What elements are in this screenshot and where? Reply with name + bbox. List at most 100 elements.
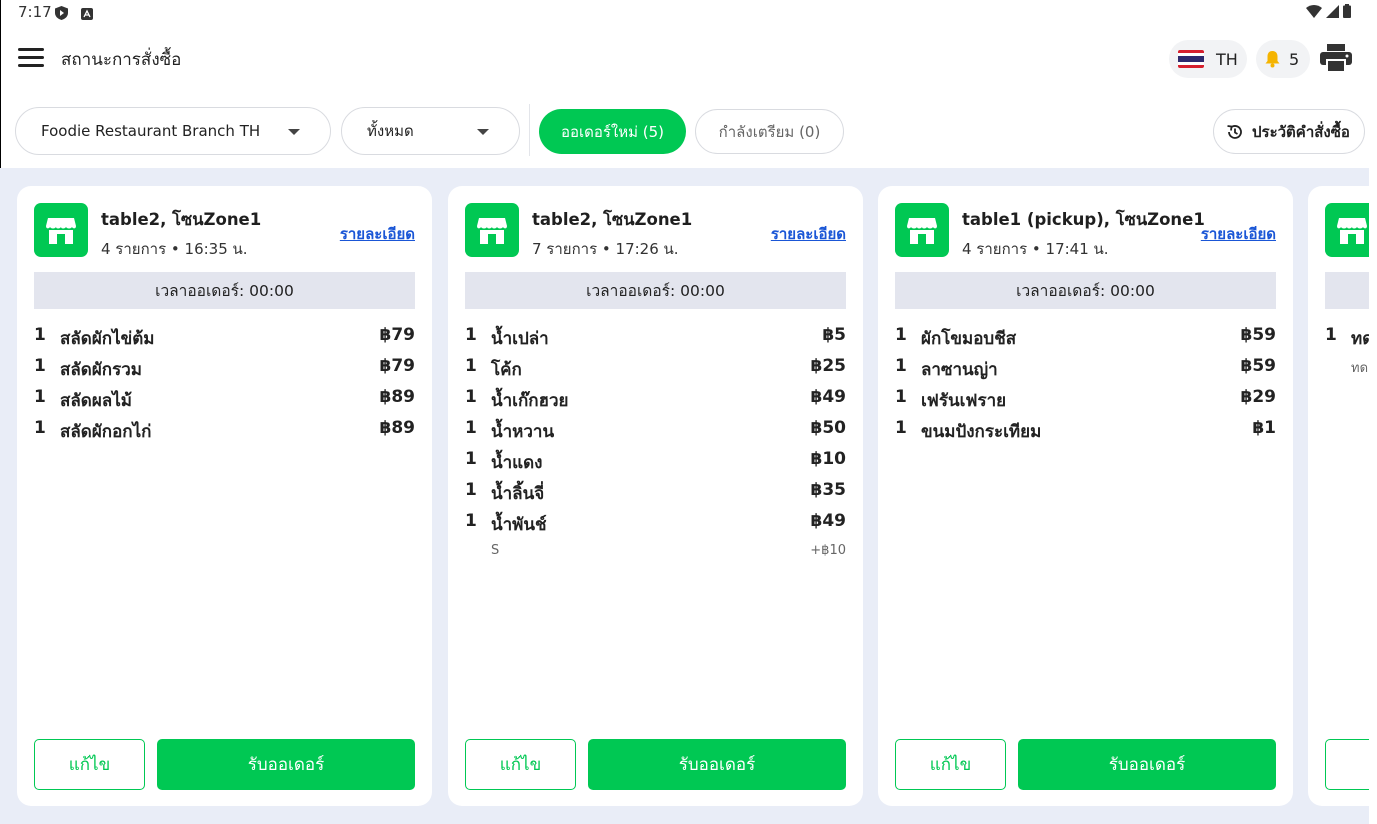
divider (529, 104, 530, 156)
edit-order-button[interactable]: แก้ไข (465, 739, 576, 790)
item-name: สลัดผักไข่ต้ม (60, 329, 155, 349)
order-detail-link[interactable]: รายละเอียด (340, 222, 415, 246)
order-card: table1 (pickup), โซนZone1 4 รายการ • 17:… (878, 186, 1293, 806)
order-history-button[interactable]: ประวัติคำสั่งซื้อ (1213, 109, 1365, 154)
item-price: ฿89 (379, 418, 416, 438)
item-qty: 1 (895, 387, 907, 407)
order-item: 1 น้ำเปล่า ฿5 (465, 322, 846, 353)
store-icon (34, 203, 88, 257)
order-item: 1 สลัดผักรวม ฿79 (34, 353, 415, 384)
order-item: 1 สลัดผลไม้ ฿89 (34, 384, 415, 415)
battery-icon (1343, 4, 1351, 18)
notifications-button[interactable]: 5 (1256, 40, 1310, 78)
order-item: 1 ผักโขมอบชีส ฿59 (895, 322, 1276, 353)
chevron-down-icon (288, 129, 300, 135)
item-name: โค้ก (491, 360, 522, 380)
scope-select[interactable]: ทั้งหมด (341, 107, 520, 155)
item-qty: 1 (465, 387, 477, 407)
tab-preparing[interactable]: กำลังเตรียม (0) (695, 109, 844, 154)
menu-button[interactable] (18, 48, 44, 70)
item-name: ทด (1351, 329, 1369, 349)
item-price: ฿25 (810, 356, 847, 376)
item-qty: 1 (1325, 325, 1337, 345)
order-item: 1 ทด (1325, 322, 1369, 353)
accept-order-button[interactable]: รับออเดอร์ (1018, 739, 1276, 790)
store-icon (465, 203, 519, 257)
item-qty: 1 (895, 418, 907, 438)
shield-icon (55, 5, 68, 20)
status-icons (1306, 4, 1351, 18)
order-timer: เวลาออเดอร์: 00:00 (465, 272, 846, 309)
order-item-list: 1 ผักโขมอบชีส ฿59 1 ลาซานญ่า ฿59 1 เฟรันเฟราย… (895, 322, 1276, 446)
item-qty: 1 (895, 325, 907, 345)
item-qty: 1 (895, 356, 907, 376)
item-qty: 1 (465, 356, 477, 376)
order-item: 1 โค้ก ฿25 (465, 353, 846, 384)
item-price: ฿50 (810, 418, 847, 438)
order-item: 1 เฟรันเฟราย ฿29 (895, 384, 1276, 415)
order-item: 1 สลัดผักไข่ต้ม ฿79 (34, 322, 415, 353)
order-card: table2, โซนZone1 4 รายการ • 16:35 น. ราย… (17, 186, 432, 806)
item-qty: 1 (34, 387, 46, 407)
item-name: น้ำพันช์ (491, 515, 547, 535)
tab-new-orders[interactable]: ออเดอร์ใหม่ (5) (539, 109, 686, 154)
item-price: ฿89 (379, 387, 416, 407)
notification-count: 5 (1289, 49, 1300, 69)
language-label: TH (1216, 49, 1238, 69)
order-item-list: 1 สลัดผักไข่ต้ม ฿79 1 สลัดผักรวม ฿79 1 สลัดผล… (34, 322, 415, 446)
item-price: ฿49 (810, 387, 847, 407)
accept-order-button[interactable]: รับออเดอร์ (588, 739, 846, 790)
item-price: ฿59 (1240, 356, 1277, 376)
item-name: ผักโขมอบชีส (921, 329, 1017, 349)
item-qty: 1 (34, 418, 46, 438)
edit-order-button[interactable]: แ (1325, 739, 1369, 790)
language-selector[interactable]: TH (1169, 40, 1247, 78)
item-name: น้ำเก๊กฮวย (491, 391, 569, 411)
item-modifier: ทด (1325, 353, 1369, 379)
chevron-down-icon (477, 129, 489, 135)
item-price: ฿35 (810, 480, 847, 500)
item-name: น้ำหวาน (491, 422, 555, 442)
order-summary: 7 รายการ • 17:26 น. (532, 240, 679, 258)
accept-order-button[interactable]: รับออเดอร์ (157, 739, 415, 790)
order-timer: เวลาออเดอร์: 00:00 (895, 272, 1276, 309)
item-qty: 1 (465, 511, 477, 531)
modifier-name: ทด (1351, 361, 1369, 376)
edit-order-button[interactable]: แก้ไข (34, 739, 145, 790)
item-name: เฟรันเฟราย (921, 391, 1007, 411)
status-time: 7:17 (18, 3, 52, 21)
item-qty: 1 (465, 325, 477, 345)
page-title: สถานะการสั่งซื้อ (61, 50, 182, 70)
item-price: ฿29 (1240, 387, 1277, 407)
item-modifier: S +฿10 (465, 539, 846, 565)
order-detail-link[interactable]: รายละเอียด (771, 222, 846, 246)
order-timer: เวลาออเดอร์: 00:00 (34, 272, 415, 309)
order-item-list: 1 น้ำเปล่า ฿5 1 โค้ก ฿25 1 น้ำเก๊กฮวย ฿49 1 น้ำ… (465, 322, 846, 565)
modifier-name: S (491, 543, 500, 558)
branch-select[interactable]: Foodie Restaurant Branch TH (15, 107, 331, 155)
order-title: table1 (pickup), โซนZone1 (962, 210, 1205, 229)
item-qty: 1 (465, 480, 477, 500)
item-name: สลัดผักอกไก่ (60, 422, 152, 442)
item-price: ฿79 (379, 325, 416, 345)
order-title: table2, โซนZone1 (101, 210, 262, 229)
order-history-label: ประวัติคำสั่งซื้อ (1252, 122, 1350, 141)
item-qty: 1 (465, 418, 477, 438)
order-detail-link[interactable]: รายละเอียด (1201, 222, 1276, 246)
store-icon (1325, 203, 1369, 257)
item-name: น้ำแดง (491, 453, 543, 473)
item-name: ลาซานญ่า (921, 360, 998, 380)
bell-icon (1265, 51, 1280, 68)
item-qty: 1 (465, 449, 477, 469)
branch-select-value: Foodie Restaurant Branch TH (41, 122, 261, 140)
item-name: ขนมปังกระเทียม (921, 422, 1042, 442)
item-price: ฿79 (379, 356, 416, 376)
status-bar: 7:17 (0, 0, 1377, 24)
printer-button[interactable] (1320, 44, 1352, 74)
item-qty: 1 (34, 325, 46, 345)
scope-select-value: ทั้งหมด (367, 122, 414, 140)
item-price: ฿49 (810, 511, 847, 531)
order-title: table2, โซนZone1 (532, 210, 693, 229)
item-name: น้ำเปล่า (491, 329, 549, 349)
edit-order-button[interactable]: แก้ไข (895, 739, 1006, 790)
